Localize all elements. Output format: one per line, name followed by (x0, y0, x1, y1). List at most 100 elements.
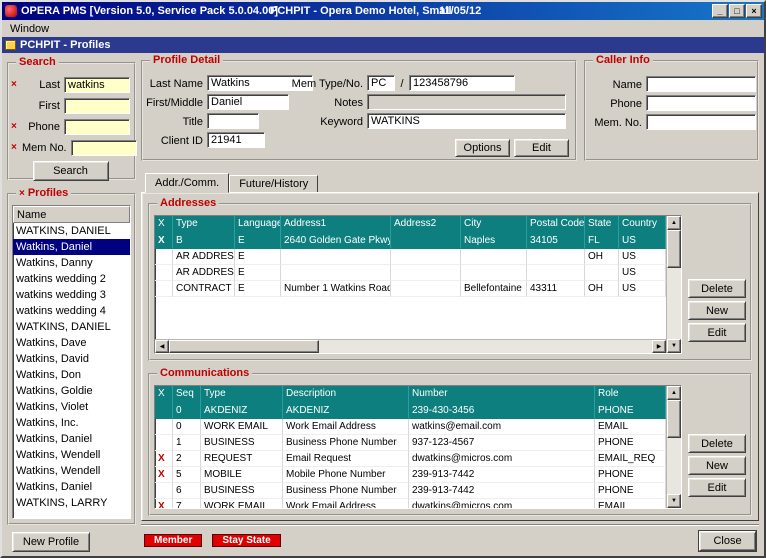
column-header[interactable]: X (155, 386, 173, 403)
last-input[interactable] (64, 77, 130, 93)
clear-icon[interactable]: × (19, 189, 25, 199)
scroll-thumb[interactable] (667, 400, 681, 438)
caller-mem-no-field[interactable] (646, 114, 756, 130)
column-header[interactable]: X (155, 216, 173, 233)
column-header[interactable]: City (461, 216, 527, 233)
close-button[interactable]: Close (699, 531, 756, 551)
table-row[interactable]: X5MOBILEMobile Phone Number239-913-7442P… (155, 467, 666, 483)
column-header[interactable]: Language (235, 216, 281, 233)
column-header[interactable]: Type (201, 386, 283, 403)
new-profile-button[interactable]: New Profile (12, 532, 90, 552)
profile-list-item[interactable]: Watkins, Danny (13, 255, 130, 271)
new-communication-button[interactable]: New (688, 456, 746, 475)
delete-communication-button[interactable]: Delete (688, 434, 746, 453)
scroll-up-icon[interactable]: ▲ (667, 386, 681, 400)
column-header[interactable]: Number (409, 386, 595, 403)
close-window-icon[interactable]: × (746, 4, 762, 18)
scroll-up-icon[interactable]: ▲ (667, 216, 681, 230)
column-header[interactable]: Address2 (391, 216, 461, 233)
table-row[interactable]: 1BUSINESSBusiness Phone Number937-123-45… (155, 435, 666, 451)
vertical-scrollbar[interactable]: ▲ ▼ (666, 386, 681, 508)
profile-list-item[interactable]: WATKINS, DANIEL (13, 319, 130, 335)
edit-address-button[interactable]: Edit (688, 323, 746, 342)
column-header[interactable]: Seq (173, 386, 201, 403)
name-column-header[interactable]: Name (13, 206, 130, 223)
table-row[interactable]: AR ADDRESSEUS (155, 265, 666, 281)
profiles-list: WATKINS, DANIELWatkins, DanielWatkins, D… (13, 223, 130, 518)
table-row[interactable]: X2REQUESTEmail Requestdwatkins@micros.co… (155, 451, 666, 467)
table-row[interactable]: 0AKDENIZAKDENIZ239-430-3456PHONE (155, 403, 666, 419)
profile-list-item[interactable]: watkins wedding 2 (13, 271, 130, 287)
profile-list-item[interactable]: Watkins, Inc. (13, 415, 130, 431)
scroll-down-icon[interactable]: ▼ (667, 339, 681, 353)
profile-list-item[interactable]: Watkins, Dave (13, 335, 130, 351)
profile-list-item[interactable]: Watkins, Violet (13, 399, 130, 415)
scroll-track[interactable] (667, 268, 681, 339)
column-header[interactable]: Description (283, 386, 409, 403)
column-header[interactable]: Postal Code (527, 216, 585, 233)
profile-list-item[interactable]: Watkins, Don (13, 367, 130, 383)
clear-icon[interactable]: × (11, 143, 22, 153)
tab-addr-comm[interactable]: Addr./Comm. (145, 173, 229, 193)
scroll-down-icon[interactable]: ▼ (667, 494, 681, 508)
search-button[interactable]: Search (33, 161, 109, 181)
table-row[interactable]: 0WORK EMAILWork Email Addresswatkins@ema… (155, 419, 666, 435)
profile-list-item[interactable]: watkins wedding 4 (13, 303, 130, 319)
new-address-button[interactable]: New (688, 301, 746, 320)
profile-list-item[interactable]: Watkins, Daniel (13, 239, 130, 255)
column-header[interactable]: Role (595, 386, 666, 403)
edit-communication-button[interactable]: Edit (688, 478, 746, 497)
tab-future-history[interactable]: Future/History (229, 175, 318, 192)
first-middle-field[interactable] (207, 94, 289, 110)
scroll-left-icon[interactable]: ◀ (155, 340, 169, 353)
profile-list-item[interactable]: WATKINS, LARRY (13, 495, 130, 511)
caller-name-label: Name (588, 79, 642, 91)
column-header[interactable]: State (585, 216, 619, 233)
scroll-thumb[interactable] (169, 340, 319, 353)
menu-window[interactable]: Window (4, 22, 55, 36)
horizontal-scrollbar[interactable]: ◀ ▶ (155, 339, 666, 353)
caller-phone-field[interactable] (646, 95, 756, 111)
profile-list-item[interactable]: watkins wedding 3 (13, 287, 130, 303)
table-row[interactable]: XBE2640 Golden Gate Pkwy Ste 2Naples3410… (155, 233, 666, 249)
options-button[interactable]: Options (455, 139, 510, 157)
scroll-track[interactable] (319, 340, 652, 353)
notes-field[interactable] (367, 94, 566, 110)
delete-address-button[interactable]: Delete (688, 279, 746, 298)
scroll-track[interactable] (667, 438, 681, 494)
profile-list-item[interactable]: Watkins, Daniel (13, 431, 130, 447)
maximize-icon[interactable]: □ (729, 4, 745, 18)
caller-name-field[interactable] (646, 76, 756, 92)
table-cell: Mobile Phone Number (283, 467, 409, 483)
mem-type-field[interactable] (367, 75, 395, 91)
column-header[interactable]: Type (173, 216, 235, 233)
column-header[interactable]: Address1 (281, 216, 391, 233)
profile-list-item[interactable]: Watkins, Daniel (13, 479, 130, 495)
keyword-field[interactable] (367, 113, 566, 129)
clear-icon[interactable]: × (11, 122, 22, 132)
table-row[interactable]: AR ADDRESSEOHUS (155, 249, 666, 265)
minimize-icon[interactable]: _ (712, 4, 728, 18)
profile-list-item[interactable]: WATKINS, DANIEL (13, 223, 130, 239)
profile-list-item[interactable]: Watkins, Wendell (13, 447, 130, 463)
client-id-field[interactable] (207, 132, 265, 148)
column-header[interactable]: Country (619, 216, 666, 233)
title-field[interactable] (207, 113, 259, 129)
phone-input[interactable] (64, 119, 130, 135)
first-input[interactable] (64, 98, 130, 114)
profile-list-item[interactable]: Watkins, David (13, 351, 130, 367)
clear-icon[interactable]: × (11, 80, 22, 90)
scroll-right-icon[interactable]: ▶ (652, 340, 666, 353)
table-row[interactable]: X7WORK EMAILWork Email Addressdwatkins@m… (155, 499, 666, 508)
profile-list-item[interactable]: Watkins, Goldie (13, 383, 130, 399)
stay-state-badge: Stay State (212, 534, 280, 547)
edit-profile-button[interactable]: Edit (514, 139, 569, 157)
table-row[interactable]: 6BUSINESSBusiness Phone Number239-913-74… (155, 483, 666, 499)
profiles-panel-title: × Profiles (16, 187, 71, 200)
vertical-scrollbar[interactable]: ▲ ▼ (666, 216, 681, 353)
mem-no-input[interactable] (71, 140, 137, 156)
table-row[interactable]: CONTRACTENumber 1 Watkins RoadBellefonta… (155, 281, 666, 297)
mem-no-field[interactable] (409, 75, 515, 91)
scroll-thumb[interactable] (667, 230, 681, 268)
profile-list-item[interactable]: Watkins, Wendell (13, 463, 130, 479)
